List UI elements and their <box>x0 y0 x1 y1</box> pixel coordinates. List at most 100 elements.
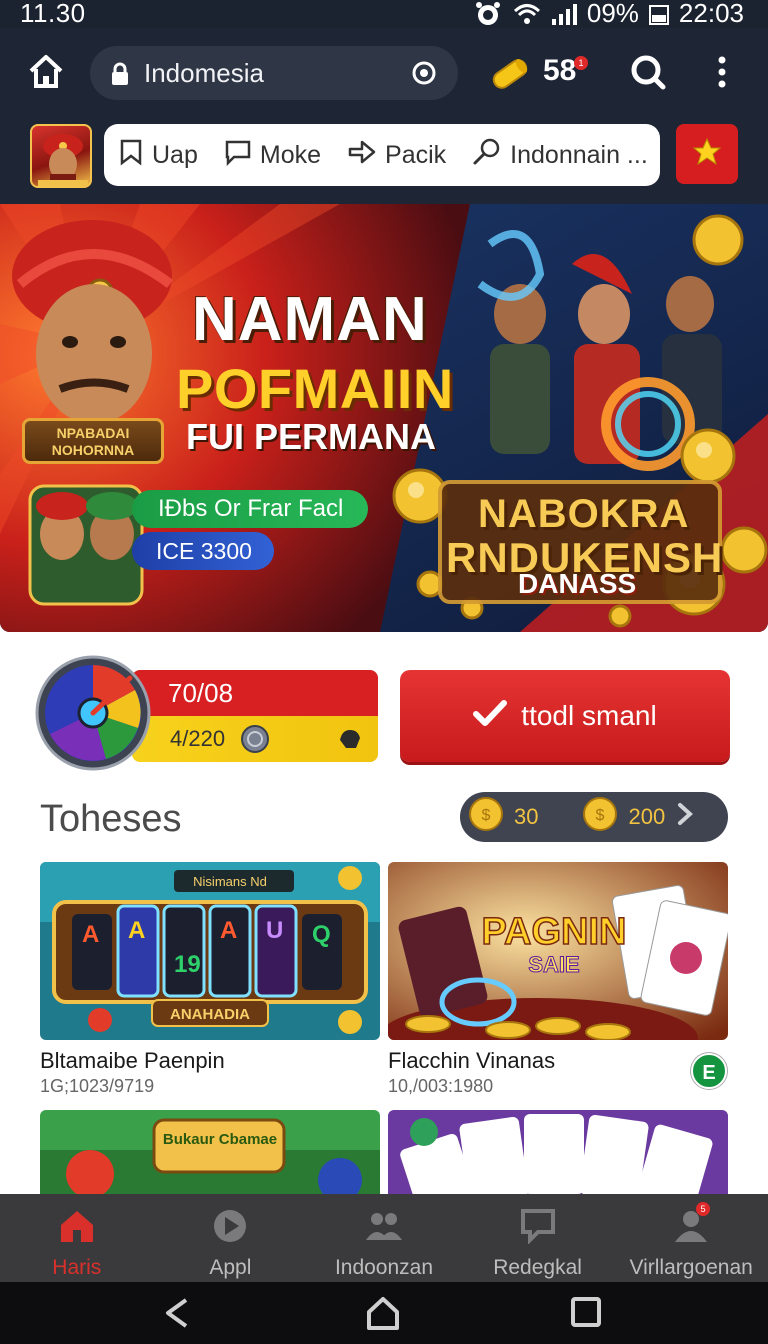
claim-button-label: ttodl smanl <box>521 700 657 731</box>
coin-count: 58 <box>543 54 577 87</box>
svg-text:$: $ <box>482 807 491 824</box>
nav-item-apps[interactable]: Appl <box>154 1194 308 1282</box>
game-thumbnail[interactable]: PAGNIN SAIE <box>388 862 728 1040</box>
category-label: Pacik <box>385 140 447 169</box>
hero-brand-line1: NABOKRA <box>478 492 690 536</box>
game-thumb-label: Nisimans Nd <box>193 874 267 889</box>
game-title: Bltamaibe Paenpin <box>40 1048 225 1073</box>
star-icon <box>692 137 722 172</box>
recents-icon[interactable] <box>570 1296 602 1328</box>
hero-brand-line3: DANASS <box>518 568 637 599</box>
progress-card[interactable]: 70/08 4/220 <box>132 670 378 762</box>
svg-text:19: 19 <box>174 951 201 978</box>
url-text: Indomesia <box>144 58 264 88</box>
category-bar: Uap Moke Pacik Indonnain ... <box>0 118 768 204</box>
nav-item-messages[interactable]: Redegkal <box>461 1194 615 1282</box>
promo-tag-green[interactable]: IÐbs Or Frar Facl <box>132 490 368 528</box>
system-nav-bar <box>0 1282 768 1344</box>
spin-wheel-icon[interactable] <box>34 654 152 772</box>
search-icon[interactable] <box>628 52 668 97</box>
nav-label: Haris <box>52 1256 102 1279</box>
svg-text:A: A <box>82 921 99 948</box>
game-card[interactable]: A A 19 A U Q Nisimans Nd ANAHADIA Bltama… <box>40 862 380 1097</box>
hero-subtitle: POFMAIIN <box>176 357 454 420</box>
category-item-moke[interactable]: Moke <box>224 138 321 173</box>
notification-badge: 1 <box>574 56 588 70</box>
coin-icon: $ <box>468 796 504 838</box>
status-clock: 22:03 <box>678 0 744 28</box>
svg-text:A: A <box>220 917 237 944</box>
progress-bar: 4/220 <box>132 716 378 762</box>
hand-icon <box>336 724 364 758</box>
coin-icon[interactable] <box>488 54 532 99</box>
progress-top-value: 70/08 <box>132 670 378 716</box>
hero-plaque: NPABADAI NOHORNNA <box>22 418 164 464</box>
promo-tag-blue[interactable]: ICE 3300 <box>132 532 274 570</box>
game-thumbnail[interactable]: A A 19 A U Q Nisimans Nd ANAHADIA <box>40 862 380 1040</box>
share-icon <box>347 138 377 173</box>
game-badge[interactable]: E <box>691 1053 727 1089</box>
lock-icon <box>110 62 130 91</box>
category-tabs: Uap Moke Pacik Indonnain ... <box>104 124 660 186</box>
more-vert-icon[interactable] <box>712 52 732 97</box>
game-meta: 1G;1023/9719 <box>40 1076 155 1096</box>
game-title: Flacchin Vinanas <box>388 1048 556 1073</box>
camera-icon[interactable] <box>410 59 438 92</box>
hero-tagline: FUI PERMANA <box>186 416 436 457</box>
coin-icon: $ <box>582 796 618 838</box>
chevron-right-icon[interactable] <box>677 802 694 832</box>
section-title: Toheses <box>40 798 182 840</box>
status-time-left: 11.30 <box>20 0 86 28</box>
game-thumb-label: SAIE <box>528 952 579 977</box>
nav-item-home[interactable]: Haris <box>0 1194 154 1282</box>
game-thumbnail[interactable]: Bukaur Cbamae <box>40 1110 380 1194</box>
balance-b: 200 <box>628 804 666 829</box>
game-thumb-label: ANAHADIA <box>170 1006 250 1023</box>
game-thumbnail[interactable] <box>388 1110 728 1194</box>
balance-a: 30 <box>514 804 539 829</box>
wifi-icon <box>513 2 541 26</box>
favorites-button[interactable] <box>676 124 738 184</box>
game-card[interactable]: PAGNIN SAIE Flacchin Vinanas 10,/003:198… <box>388 862 728 1097</box>
game-card[interactable]: Bukaur Cbamae <box>40 1110 380 1194</box>
progress-bottom-value: 4/220 <box>170 726 226 751</box>
category-label: Moke <box>259 140 322 169</box>
claim-button[interactable]: ttodl smanl <box>400 670 730 762</box>
svg-text:U: U <box>266 917 283 944</box>
bookmark-icon <box>118 138 144 173</box>
nav-label: Virllargoenan <box>629 1256 753 1279</box>
chat-icon <box>224 138 252 173</box>
nav-item-community[interactable]: Indoonzan <box>307 1194 461 1282</box>
app-avatar[interactable] <box>30 124 92 188</box>
signal-icon <box>551 3 577 25</box>
game-thumb-label: PAGNIN <box>482 911 627 953</box>
nav-label: Appl <box>209 1256 252 1279</box>
game-card[interactable] <box>388 1110 728 1194</box>
hero-title: NAMAN <box>192 285 428 354</box>
nav-item-profile[interactable]: 5 Virllargoenan <box>614 1194 768 1282</box>
game-thumb-label: Bukaur Cbamae <box>163 1131 277 1148</box>
bottom-nav: Haris Appl Indoonzan Redegkal 5 Virllarg… <box>0 1194 768 1282</box>
svg-text:$: $ <box>596 807 605 824</box>
back-icon[interactable] <box>162 1296 194 1330</box>
game-meta: 10,/003:1980 <box>388 1076 494 1096</box>
home-icon[interactable] <box>366 1296 400 1330</box>
category-label: Uap <box>152 140 198 169</box>
svg-text:Q: Q <box>312 921 331 948</box>
balance-pill[interactable]: $ 30 $ 200 <box>460 792 728 842</box>
status-icons: 09% 22:03 <box>473 0 744 29</box>
address-bar[interactable]: Indomesia <box>90 46 458 100</box>
checkmark-icon <box>473 699 508 734</box>
hero-banner[interactable]: NPABADAI NOHORNNA NAMAN POFMAIIN FUI PER… <box>0 204 768 632</box>
category-item-pacik[interactable]: Pacik <box>347 138 446 173</box>
category-label: Indonnain ... <box>510 140 648 169</box>
home-icon <box>57 1208 97 1250</box>
users-icon <box>364 1208 404 1250</box>
battery-percent: 09% <box>586 0 639 28</box>
home-icon[interactable] <box>26 52 66 92</box>
svg-text:A: A <box>128 917 145 944</box>
category-item-uap[interactable]: Uap <box>118 138 198 173</box>
category-item-search[interactable]: Indonnain ... <box>472 137 648 174</box>
alarm-icon <box>473 1 503 27</box>
browser-toolbar: Indomesia 58 1 <box>0 28 768 118</box>
